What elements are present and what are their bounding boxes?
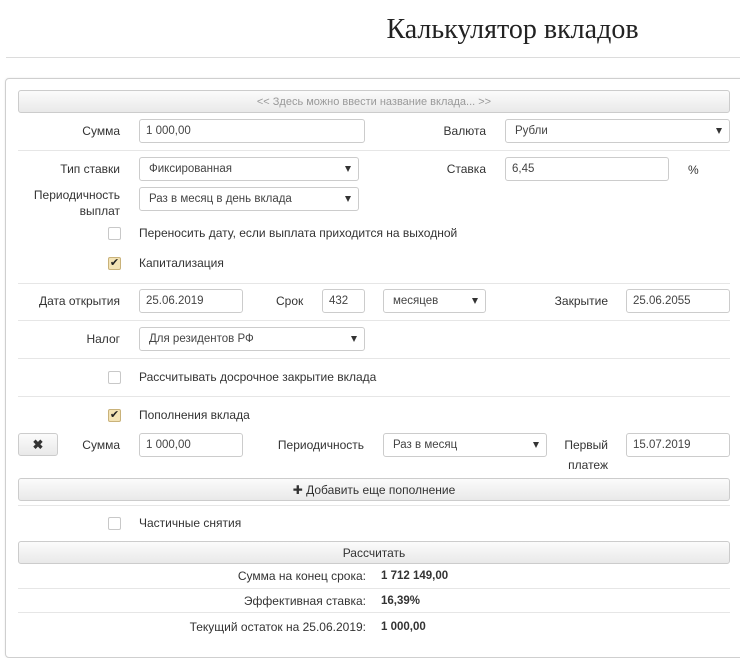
add-replenishment-button[interactable]: ✚ Добавить еще пополнение	[18, 478, 730, 501]
partial-withdrawals-checkbox[interactable]	[108, 517, 121, 530]
replenishment-amount-input[interactable]: 1 000,00	[139, 433, 243, 457]
chevron-down-icon	[345, 196, 351, 202]
early-close-checkbox[interactable]	[108, 371, 121, 384]
first-payment-label-line2: платеж	[568, 458, 608, 472]
chevron-down-icon	[351, 336, 357, 342]
currency-select-value: Рубли	[515, 125, 548, 137]
add-replenishment-label: Добавить еще пополнение	[306, 483, 456, 497]
close-date-label: Закрытие	[554, 294, 608, 308]
rate-unit: %	[688, 163, 699, 177]
checkmark-icon: ✔	[109, 257, 120, 269]
close-icon: ✖	[32, 437, 44, 452]
tax-select-value: Для резидентов РФ	[149, 333, 254, 345]
rate-type-select[interactable]: Фиксированная	[139, 157, 359, 181]
payout-select-value: Раз в месяц в день вклада	[149, 193, 292, 205]
capitalization-checkbox[interactable]: ✔	[108, 257, 121, 270]
balance-label: Текущий остаток на 25.06.2019:	[189, 620, 366, 634]
divider	[18, 505, 730, 506]
replenishment-period-select[interactable]: Раз в месяц	[383, 433, 547, 457]
balance-value: 1 000,00	[381, 621, 426, 633]
first-payment-label-line1: Первый	[564, 438, 608, 452]
tax-select[interactable]: Для резидентов РФ	[139, 327, 365, 351]
first-payment-input[interactable]: 15.07.2019	[626, 433, 730, 457]
divider	[18, 396, 730, 397]
chevron-down-icon	[472, 298, 478, 304]
divider	[18, 283, 730, 284]
open-date-input[interactable]: 25.06.2019	[139, 289, 243, 313]
end-sum-value: 1 712 149,00	[381, 570, 449, 582]
amount-label: Сумма	[82, 124, 120, 138]
rate-type-select-value: Фиксированная	[149, 163, 232, 175]
replenishment-label: Пополнения вклада	[139, 408, 250, 422]
partial-withdrawals-label: Частичные снятия	[139, 516, 242, 530]
chevron-down-icon	[533, 442, 539, 448]
move-date-label: Переносить дату, если выплата приходится…	[139, 226, 458, 240]
term-unit-select[interactable]: месяцев	[383, 289, 486, 313]
remove-replenishment-button[interactable]: ✖	[18, 433, 58, 456]
term-label: Срок	[276, 294, 304, 308]
replenishment-period-value: Раз в месяц	[393, 439, 458, 451]
payout-label-line1: Периодичность	[33, 188, 120, 202]
rate-type-label: Тип ставки	[60, 162, 120, 176]
replenishment-checkbox[interactable]: ✔	[108, 409, 121, 422]
page-title: Калькулятор вкладов	[386, 14, 639, 45]
chevron-down-icon	[716, 128, 722, 134]
rate-input[interactable]: 6,45	[505, 157, 669, 181]
currency-select[interactable]: Рубли	[505, 119, 730, 143]
effective-rate-value: 16,39%	[381, 595, 421, 607]
tax-label: Налог	[86, 332, 120, 346]
move-date-checkbox[interactable]	[108, 227, 121, 240]
plus-icon: ✚	[292, 483, 303, 497]
deposit-name-button[interactable]: << Здесь можно ввести название вклада...…	[18, 90, 730, 113]
divider	[18, 320, 730, 321]
early-close-label: Рассчитывать досрочное закрытие вклада	[139, 370, 377, 384]
title-divider	[6, 57, 740, 58]
term-unit-select-value: месяцев	[393, 295, 439, 307]
payout-label-line2: выплат	[79, 204, 120, 218]
divider	[18, 612, 730, 613]
divider	[18, 358, 730, 359]
end-sum-label: Сумма на конец срока:	[237, 569, 366, 583]
close-date-input[interactable]: 25.06.2055	[626, 289, 730, 313]
divider	[18, 588, 730, 589]
replenishment-period-label: Периодичность	[277, 438, 364, 452]
capitalization-label: Капитализация	[139, 256, 224, 270]
amount-input[interactable]: 1 000,00	[139, 119, 365, 143]
term-input[interactable]: 432	[322, 289, 365, 313]
rate-label: Ставка	[446, 162, 486, 176]
payout-select[interactable]: Раз в месяц в день вклада	[139, 187, 359, 211]
effective-rate-label: Эффективная ставка:	[243, 594, 366, 608]
replenishment-amount-label: Сумма	[82, 438, 120, 452]
checkmark-icon: ✔	[109, 409, 120, 421]
open-date-label: Дата открытия	[38, 294, 120, 308]
currency-label: Валюта	[443, 124, 486, 138]
calculate-button[interactable]: Рассчитать	[18, 541, 730, 564]
divider	[18, 150, 730, 151]
chevron-down-icon	[345, 166, 351, 172]
